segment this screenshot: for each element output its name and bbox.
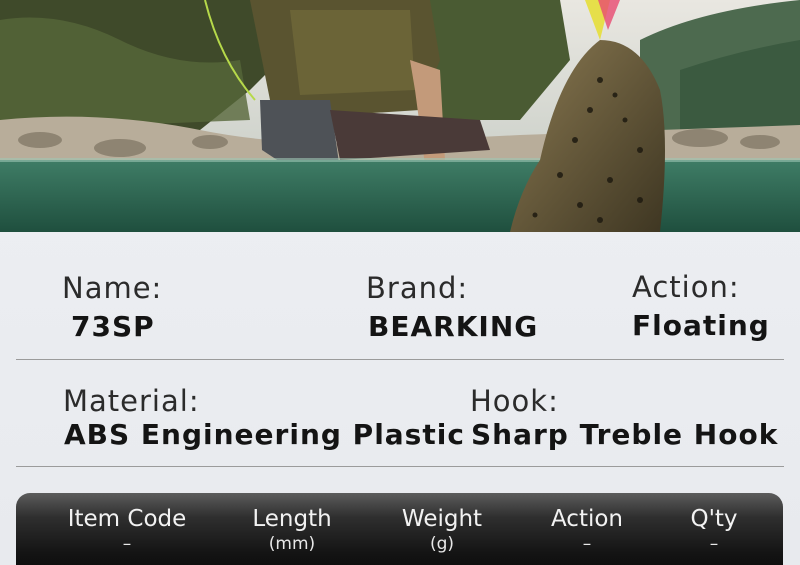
hook-label: Hook: xyxy=(470,384,559,418)
action-label: Action: xyxy=(632,270,740,304)
name-label: Name: xyxy=(62,271,163,305)
divider-bottom xyxy=(16,466,784,467)
divider-top xyxy=(16,359,784,360)
material-value: ABS Engineering Plastic xyxy=(64,418,465,451)
name-value: 73SP xyxy=(71,310,155,343)
column-title: Length xyxy=(252,506,332,532)
column-unit: – xyxy=(709,534,719,554)
column-unit: (g) xyxy=(429,534,455,554)
column-title: Item Code xyxy=(67,506,187,532)
column-weight: Weight (g) xyxy=(372,493,512,565)
brand-label: Brand: xyxy=(366,271,469,305)
hook-value: Sharp Treble Hook xyxy=(471,418,779,451)
column-title: Action xyxy=(550,506,624,532)
spec-table-header: Item Code – Length (mm) Weight (g) Actio… xyxy=(16,493,783,565)
material-label: Material: xyxy=(63,384,200,418)
action-value: Floating xyxy=(632,309,770,342)
column-title: Weight xyxy=(401,506,483,532)
column-item-code: Item Code – xyxy=(52,493,202,565)
column-unit: – xyxy=(122,534,132,554)
column-unit: (mm) xyxy=(268,534,316,554)
column-unit: – xyxy=(582,534,592,554)
column-title: Q'ty xyxy=(690,506,738,532)
column-qty: Q'ty – xyxy=(662,493,766,565)
column-action: Action – xyxy=(522,493,652,565)
hero-photo xyxy=(0,0,800,232)
column-length: Length (mm) xyxy=(222,493,362,565)
product-spec-page: Name: 73SP Brand: BEARKING Action: Float… xyxy=(0,0,800,565)
brand-value: BEARKING xyxy=(368,310,539,343)
